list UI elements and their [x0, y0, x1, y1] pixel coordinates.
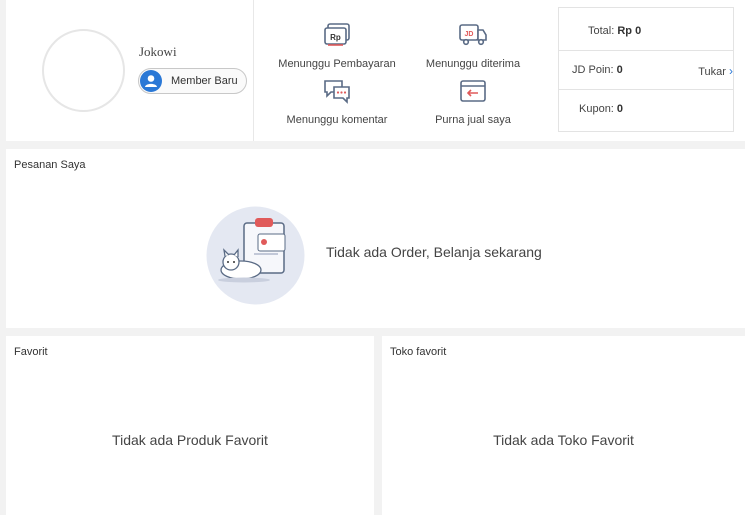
empty-order-illustration-icon — [206, 206, 305, 305]
order-status-awaiting-payment[interactable]: Rp Menunggu Pembayaran — [267, 22, 407, 70]
section-title: Toko favorit — [390, 346, 447, 358]
empty-orders-message[interactable]: Tidak ada Order, Belanja sekarang — [326, 244, 542, 260]
rp-payment-icon: Rp — [267, 22, 407, 53]
kupon-value: 0 — [616, 103, 624, 115]
jd-poin-row: JD Poin: 0 Tukar › — [559, 51, 733, 90]
comment-bubble-icon — [267, 78, 407, 109]
jd-poin-label: JD Poin: — [572, 64, 617, 76]
order-status-after-sales[interactable]: Purna jual saya — [403, 78, 543, 126]
member-level-badge[interactable]: Member Baru — [138, 68, 247, 94]
order-status-awaiting-review[interactable]: Menunggu komentar — [267, 78, 407, 126]
username: Jokowi — [139, 44, 177, 59]
svg-text:Rp: Rp — [330, 33, 341, 42]
order-status-label: Menunggu diterima — [425, 58, 521, 70]
section-title: Pesanan Saya — [14, 159, 86, 171]
profile-panel: Jokowi Member Baru Rp Menunggu Pembayara… — [6, 0, 745, 141]
total-row: Total: Rp 0 — [559, 12, 733, 51]
my-orders-panel: Pesanan Saya Tidak ada Order, Belanja se… — [6, 149, 745, 328]
section-title: Favorit — [14, 346, 48, 358]
kupon-label: Kupon: — [579, 103, 617, 115]
total-label: Total: — [588, 25, 618, 37]
order-status-label: Menunggu komentar — [286, 114, 388, 126]
jd-poin-value: 0 — [616, 64, 623, 76]
kupon-row: Kupon: 0 — [559, 90, 733, 129]
delivery-truck-icon: JD — [403, 22, 543, 53]
total-value: Rp 0 — [617, 25, 642, 37]
divider — [253, 0, 254, 141]
empty-favorites-message: Tidak ada Produk Favorit — [112, 432, 268, 448]
tukar-link[interactable]: Tukar › — [698, 64, 733, 78]
order-status-awaiting-delivery[interactable]: JD Menunggu diterima — [403, 22, 543, 70]
svg-text:JD: JD — [465, 31, 474, 38]
account-page: Jokowi Member Baru Rp Menunggu Pembayara… — [0, 0, 745, 515]
user-icon — [140, 70, 162, 92]
order-status-label: Menunggu Pembayaran — [278, 58, 396, 70]
favorites-panel: Favorit Tidak ada Produk Favorit — [6, 336, 374, 515]
chevron-right-icon: › — [729, 64, 733, 78]
empty-favorite-shops-message: Tidak ada Toko Favorit — [493, 432, 634, 448]
return-box-icon — [403, 78, 543, 109]
member-level-label: Member Baru — [171, 75, 238, 87]
favorite-shops-panel: Toko favorit Tidak ada Toko Favorit — [382, 336, 745, 515]
order-status-label: Purna jual saya — [435, 114, 511, 126]
account-summary: Total: Rp 0 JD Poin: 0 Tukar › Kupon: 0 — [558, 7, 734, 132]
avatar[interactable] — [42, 29, 125, 112]
